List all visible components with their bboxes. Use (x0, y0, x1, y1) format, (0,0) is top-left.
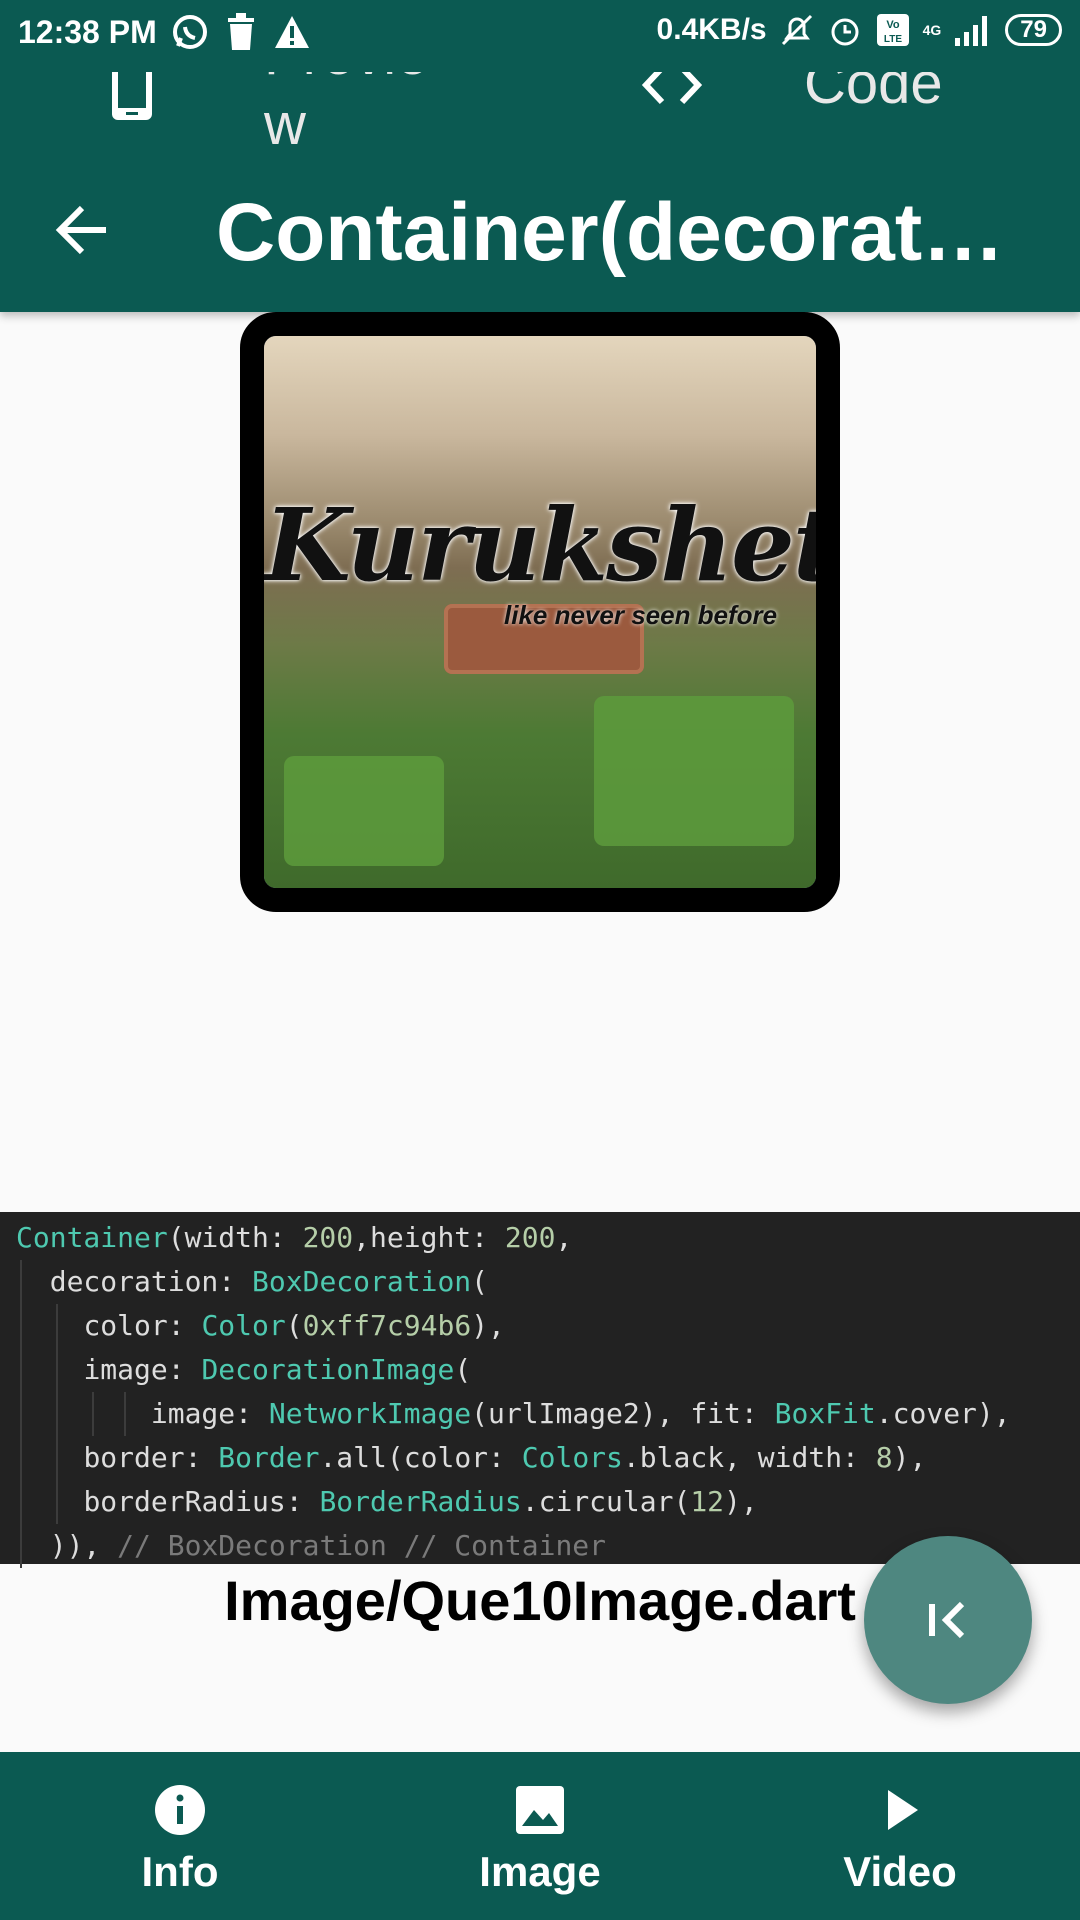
svg-text:LTE: LTE (884, 34, 902, 45)
container-preview: Kurukshetra like never seen before (240, 312, 840, 912)
arrow-back-icon (55, 205, 106, 255)
svg-text:Vo: Vo (886, 19, 900, 31)
alarm-icon (831, 18, 859, 46)
code-line: border: Border.all(color: Colors.black, … (0, 1436, 1080, 1480)
code-line: color: Color(0xff7c94b6), (0, 1304, 1080, 1348)
play-icon (888, 1790, 918, 1830)
nav-item-info[interactable]: Info (0, 1752, 360, 1920)
status-time: 12:38 PM (18, 14, 157, 50)
nav-item-label: Video (843, 1848, 957, 1895)
code-line: image: NetworkImage(urlImage2), fit: Box… (0, 1392, 1080, 1436)
collapse-fab-button[interactable] (864, 1536, 1032, 1704)
nav-item-image[interactable]: Image (360, 1752, 720, 1920)
app-bar: Container(decoration... (0, 144, 1080, 312)
code-line: Container(width: 200,height: 200, (16, 1221, 573, 1254)
info-icon (155, 1785, 205, 1835)
view-mode-tabs: Preview Code (0, 22, 1080, 157)
mute-icon (781, 14, 812, 46)
code-line: borderRadius: BorderRadius.circular(12), (0, 1480, 1080, 1524)
battery-indicator: 79 (1005, 14, 1062, 46)
network-type: 4G (922, 22, 942, 38)
nav-item-label: Info (141, 1848, 219, 1895)
status-bar: 12:38 PM 0.4KB/s Vo LTE 4G 79 (0, 0, 1080, 72)
back-button[interactable] (52, 200, 112, 260)
image-title: Kurukshetra (264, 486, 837, 604)
volte-icon: Vo LTE (876, 14, 909, 46)
code-snippet: Container(width: 200,height: 200, decora… (0, 1212, 1080, 1568)
first-page-icon (929, 1601, 965, 1639)
signal-icon (955, 16, 988, 46)
code-line: image: DecorationImage( (0, 1348, 1080, 1392)
warning-icon (275, 16, 309, 48)
bottom-navigation: Info Image Video (0, 1752, 1080, 1920)
code-line: decoration: BoxDecoration( (0, 1260, 1080, 1304)
nav-item-label: Image (479, 1848, 601, 1895)
trash-icon (228, 13, 254, 50)
page-title: Container(decoration... (216, 187, 1016, 278)
image-icon (516, 1786, 564, 1834)
kurukshetra-image: Kurukshetra like never seen before (264, 336, 816, 888)
image-subtitle: like never seen before (504, 600, 778, 630)
network-speed: 0.4KB/s (656, 13, 767, 46)
nav-item-video[interactable]: Video (720, 1752, 1080, 1920)
whatsapp-icon (173, 15, 207, 49)
